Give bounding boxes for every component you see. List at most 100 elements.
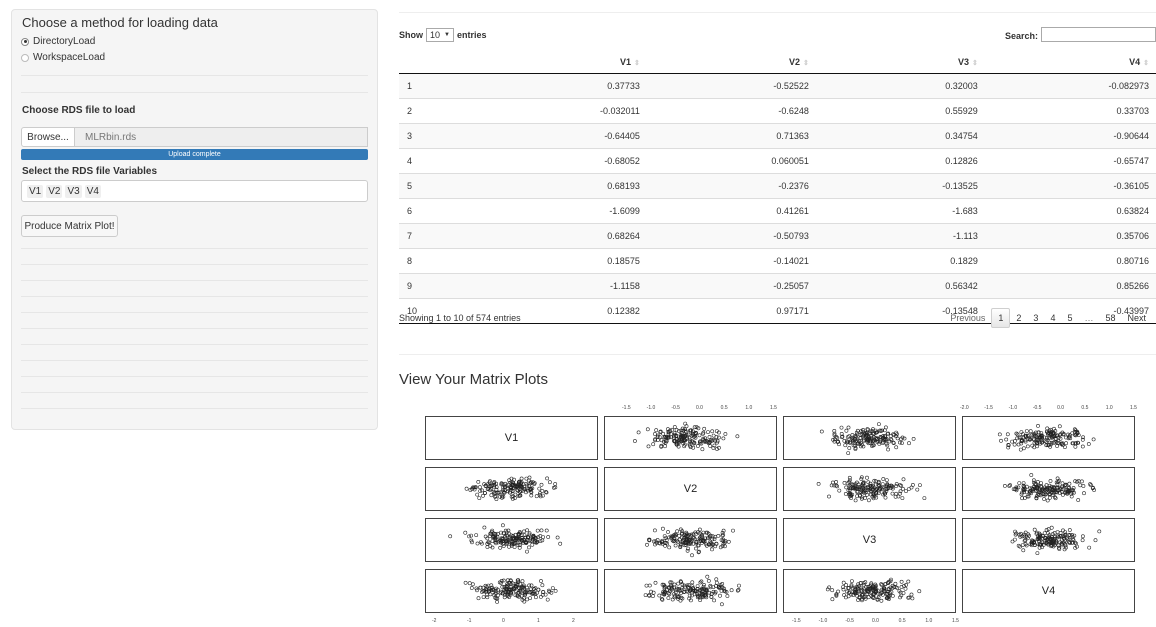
- scatter-point: [867, 498, 871, 503]
- table-cell: -0.36105: [984, 173, 1156, 199]
- scatter-point: [1042, 497, 1047, 501]
- chevron-down-icon: ▼: [444, 32, 450, 38]
- scatter-point: [843, 491, 848, 496]
- scatter-point: [1086, 442, 1091, 446]
- page-button-58[interactable]: 58: [1099, 309, 1121, 327]
- scatter-point: [1058, 530, 1063, 535]
- load-method-title: Choose a method for loading data: [22, 15, 218, 30]
- scatter-point: [729, 588, 734, 593]
- entries-length-select[interactable]: 10 ▼: [426, 28, 454, 42]
- scatter-point: [659, 438, 664, 443]
- scatter-point: [1049, 525, 1054, 530]
- scatter-points: [643, 574, 741, 607]
- column-header-v4[interactable]: V4 ⇕: [984, 50, 1156, 74]
- scatter-point: [906, 579, 911, 584]
- scatter-point: [690, 584, 695, 589]
- column-header-v3[interactable]: V3 ⇕: [815, 50, 985, 74]
- scatter-point: [846, 594, 851, 599]
- scatter-point: [1087, 545, 1092, 550]
- matrix-diagonal-panel: V1: [425, 416, 598, 460]
- pagination: Previous 1 2 3 4 5 … 58 Next: [944, 308, 1152, 328]
- scatter-point: [1073, 444, 1078, 449]
- table-cell: 0.85266: [984, 273, 1156, 299]
- scatter-point: [839, 425, 844, 430]
- file-input[interactable]: Browse... MLRbin.rds: [21, 127, 368, 147]
- scatter-point: [1044, 528, 1049, 532]
- scatter-point: [819, 429, 824, 434]
- table-cell: -1.6099: [463, 198, 647, 224]
- scatter-points: [645, 526, 735, 558]
- produce-matrix-plot-button[interactable]: Produce Matrix Plot!: [21, 215, 118, 237]
- column-header-v1[interactable]: V1 ⇕: [463, 50, 647, 74]
- scatter-point: [654, 428, 659, 433]
- scatter-point: [1093, 538, 1098, 543]
- page-button-2[interactable]: 2: [1010, 309, 1027, 327]
- column-header-v2[interactable]: V2 ⇕: [646, 50, 816, 74]
- variable-tag[interactable]: V2: [46, 184, 63, 198]
- scatter-point: [865, 475, 869, 480]
- scatter-point: [539, 579, 543, 583]
- radio-workspaceload[interactable]: WorkspaceLoad: [21, 52, 105, 63]
- scatter-point: [535, 528, 540, 533]
- browse-button[interactable]: Browse...: [21, 127, 75, 147]
- scatter-point: [548, 480, 552, 485]
- scatter-point: [1032, 527, 1037, 532]
- scatter-point: [922, 496, 927, 501]
- page-button-1[interactable]: 1: [991, 308, 1011, 328]
- axis-tick-label: -1.5: [984, 405, 993, 411]
- scatter-point: [698, 527, 702, 532]
- radio-label: WorkspaceLoad: [33, 52, 106, 63]
- table-cell: 0.32003: [815, 73, 985, 99]
- scatter-point: [501, 523, 505, 528]
- scatter-point: [537, 486, 542, 491]
- page-button-4[interactable]: 4: [1044, 309, 1061, 327]
- scatter-point: [463, 580, 468, 585]
- variable-tag[interactable]: V4: [84, 184, 101, 198]
- previous-button[interactable]: Previous: [944, 309, 991, 327]
- scatter-point: [529, 493, 534, 498]
- table-row: 1 0.37733 -0.52522 0.32003 -0.082973: [399, 73, 1156, 99]
- variable-tag[interactable]: V1: [27, 184, 44, 198]
- scatter-point: [527, 545, 531, 550]
- scatter-point: [540, 583, 545, 588]
- axis-tick-label: 0.0: [696, 405, 703, 411]
- scatter-point: [1021, 548, 1026, 553]
- column-header-index[interactable]: [399, 50, 464, 74]
- sort-icon: ⇕: [1143, 59, 1149, 67]
- table-cell: -0.082973: [984, 73, 1156, 99]
- scatter-point: [890, 593, 895, 598]
- variable-tag[interactable]: V3: [65, 184, 82, 198]
- scatter-point: [685, 548, 690, 553]
- scatter-panel: [425, 467, 598, 511]
- radio-directoryload[interactable]: DirectoryLoad: [21, 36, 95, 47]
- scatter-point: [705, 574, 710, 579]
- scatter-point: [670, 597, 675, 602]
- scatter-point: [1028, 429, 1033, 434]
- scatter-points: [1010, 525, 1102, 556]
- scatter-point: [653, 528, 657, 533]
- row-index-cell: 7: [399, 223, 464, 249]
- scatter-point: [488, 592, 493, 597]
- scatter-points: [819, 422, 916, 456]
- scatter-point: [710, 547, 714, 552]
- scatter-point: [1057, 424, 1062, 429]
- row-index-cell: 8: [399, 248, 464, 274]
- scatter-point: [899, 483, 904, 488]
- variables-select[interactable]: V1 V2 V3 V4: [21, 180, 368, 202]
- scatter-point: [1015, 436, 1020, 441]
- page-button-3[interactable]: 3: [1027, 309, 1044, 327]
- scatter-point: [1081, 484, 1086, 488]
- scatter-point: [706, 430, 710, 435]
- scatter-point: [884, 478, 889, 483]
- scatter-point: [1097, 529, 1102, 534]
- scatter-points: [463, 578, 558, 604]
- page-button-5[interactable]: 5: [1061, 309, 1078, 327]
- search-label: Search:: [1005, 31, 1039, 41]
- next-button[interactable]: Next: [1121, 309, 1152, 327]
- scatter-point: [847, 446, 852, 450]
- search-input[interactable]: [1041, 27, 1156, 42]
- scatter-point: [520, 579, 525, 584]
- divider: [21, 408, 368, 409]
- scatter-panel: [962, 467, 1135, 511]
- scatter-point: [522, 529, 526, 534]
